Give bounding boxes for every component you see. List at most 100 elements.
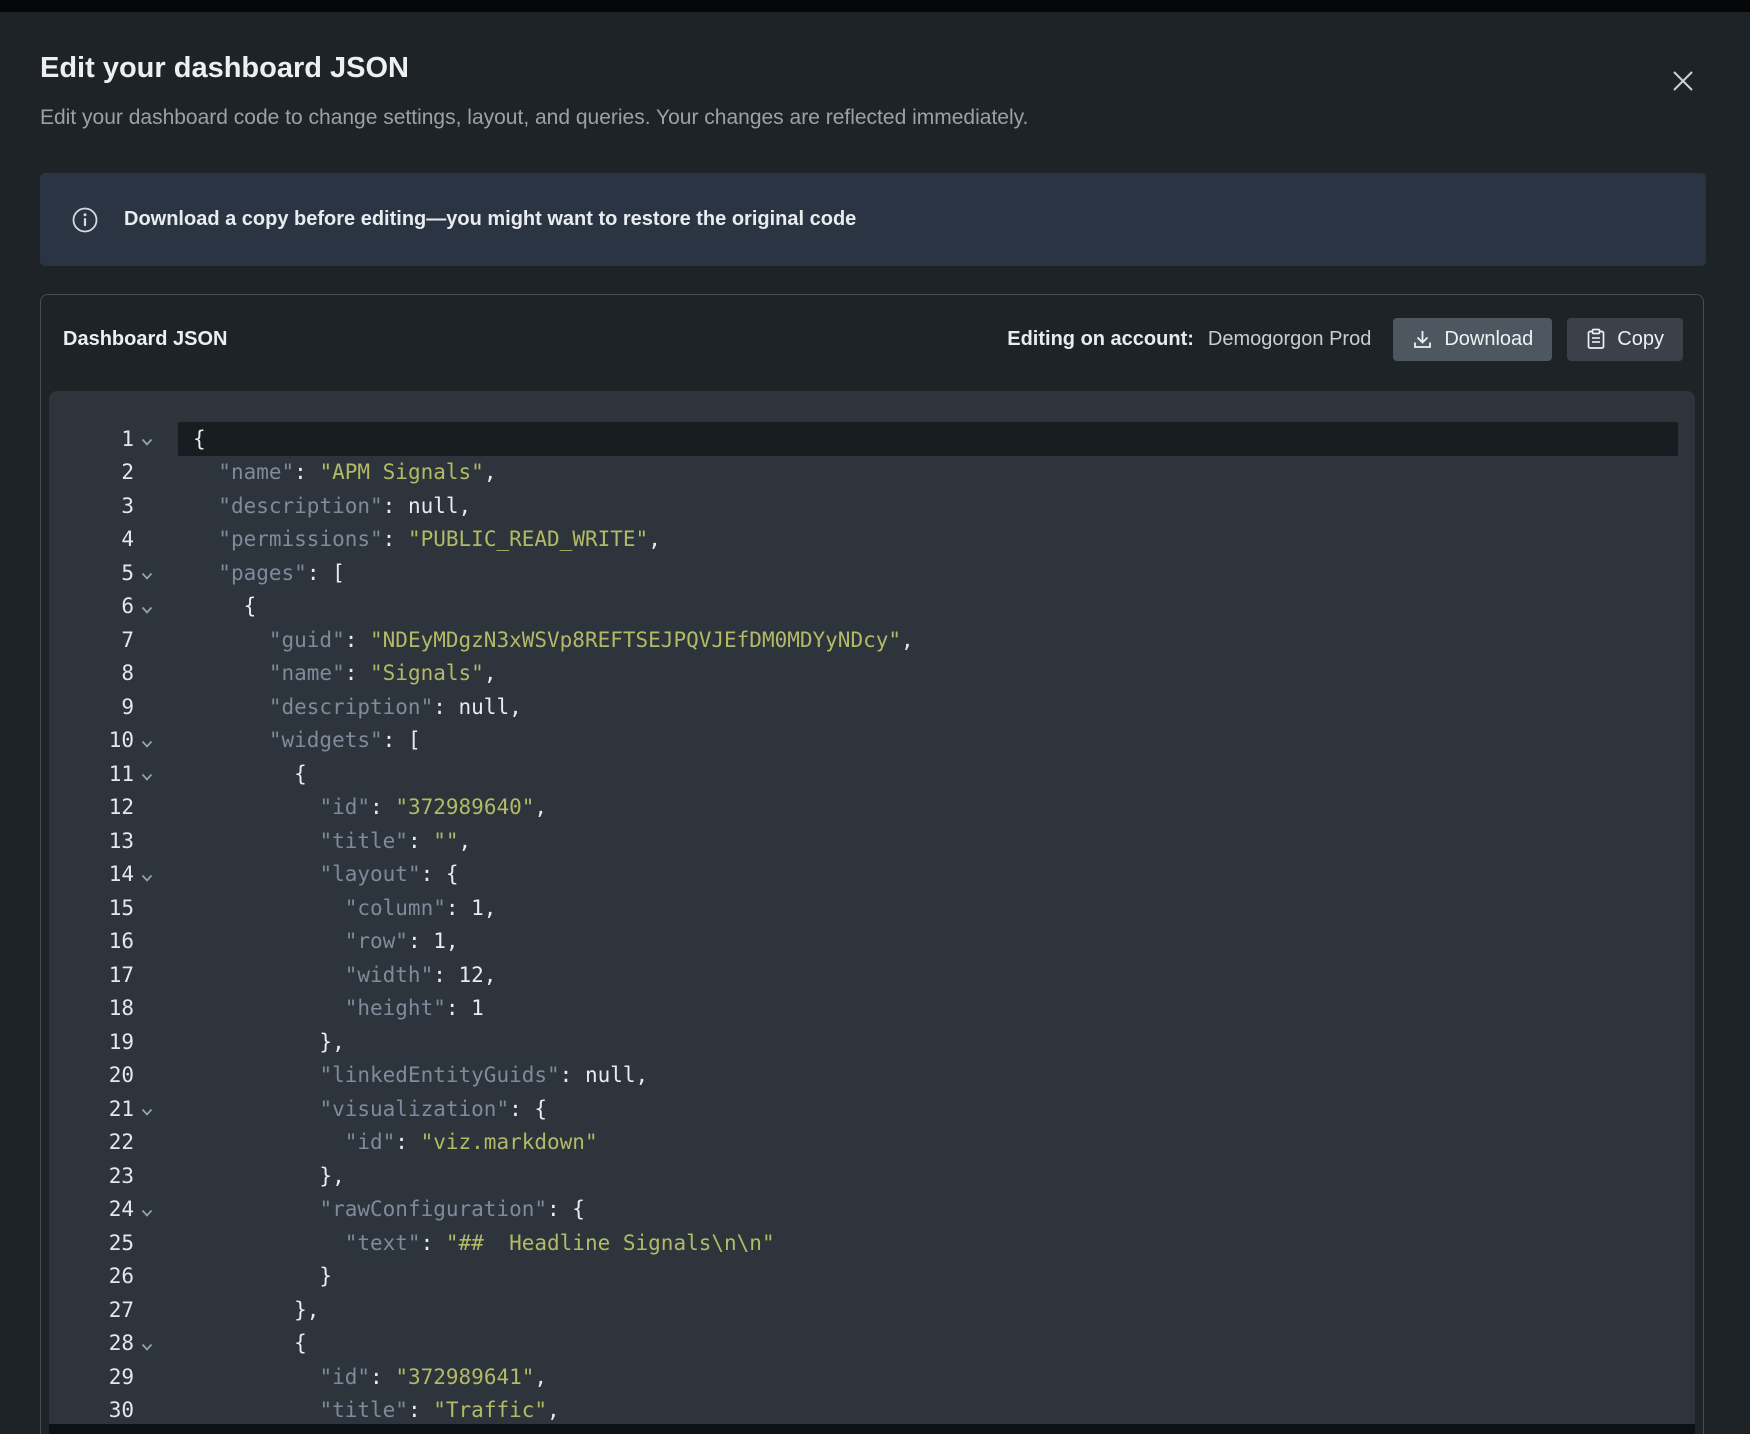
copy-button[interactable]: Copy [1567, 318, 1683, 361]
code-text: "widgets": [ [178, 724, 1678, 758]
code-line[interactable]: 3 "description": null, [49, 489, 1695, 523]
page-subtitle: Edit your dashboard code to change setti… [40, 106, 1028, 130]
code-text: "rawConfiguration": { [178, 1193, 1678, 1227]
panel-title: Dashboard JSON [63, 328, 227, 351]
code-line[interactable]: 4 "permissions": "PUBLIC_READ_WRITE", [49, 523, 1695, 557]
download-button[interactable]: Download [1393, 318, 1552, 361]
code-text: "layout": { [178, 858, 1678, 892]
code-line[interactable]: 11 { [49, 757, 1695, 791]
line-number: 20 [49, 1063, 134, 1087]
code-line[interactable]: 24 "rawConfiguration": { [49, 1193, 1695, 1227]
code-text: "text": "## Headline Signals\n\n" [178, 1226, 1678, 1260]
download-icon [1412, 329, 1433, 350]
line-number: 7 [49, 628, 134, 652]
code-line[interactable]: 26 } [49, 1260, 1695, 1294]
dashboard-json-panel: Dashboard JSON Editing on account: Demog… [40, 294, 1704, 1434]
panel-header: Dashboard JSON Editing on account: Demog… [41, 295, 1703, 391]
code-text: "description": null, [178, 690, 1678, 724]
line-number: 4 [49, 527, 134, 551]
copy-button-label: Copy [1617, 328, 1664, 351]
code-line[interactable]: 19 }, [49, 1025, 1695, 1059]
code-line[interactable]: 8 "name": "Signals", [49, 657, 1695, 691]
code-line[interactable]: 13 "title": "", [49, 824, 1695, 858]
fold-chevron-icon[interactable] [134, 1208, 160, 1218]
code-line[interactable]: 29 "id": "372989641", [49, 1360, 1695, 1394]
line-number: 30 [49, 1398, 134, 1422]
code-line[interactable]: 6 { [49, 590, 1695, 624]
info-circle-icon [72, 207, 98, 233]
code-text: { [178, 1327, 1678, 1361]
code-line[interactable]: 21 "visualization": { [49, 1092, 1695, 1126]
code-line[interactable]: 9 "description": null, [49, 690, 1695, 724]
code-text: { [178, 757, 1678, 791]
line-number: 12 [49, 795, 134, 819]
code-line[interactable]: 1{ [49, 422, 1695, 456]
code-text: "id": "viz.markdown" [178, 1126, 1678, 1160]
download-button-label: Download [1444, 328, 1533, 351]
code-line[interactable]: 28 { [49, 1327, 1695, 1361]
fold-chevron-icon[interactable] [134, 739, 160, 749]
line-number: 6 [49, 594, 134, 618]
code-line[interactable]: 2 "name": "APM Signals", [49, 456, 1695, 490]
line-number: 18 [49, 996, 134, 1020]
line-number: 16 [49, 929, 134, 953]
line-number: 28 [49, 1331, 134, 1355]
close-button[interactable] [1662, 60, 1704, 102]
code-text: "id": "372989641", [178, 1360, 1678, 1394]
code-line[interactable]: 7 "guid": "NDEyMDgzN3xWSVp8REFTSEJPQVJEf… [49, 623, 1695, 657]
code-text: "row": 1, [178, 925, 1678, 959]
code-line[interactable]: 27 }, [49, 1293, 1695, 1327]
code-text: "visualization": { [178, 1092, 1678, 1126]
line-number: 22 [49, 1130, 134, 1154]
info-banner-text: Download a copy before editing—you might… [124, 208, 856, 231]
code-text: "linkedEntityGuids": null, [178, 1059, 1678, 1093]
code-editor[interactable]: 1{2 "name": "APM Signals",3 "description… [49, 391, 1695, 1424]
edit-dashboard-json-modal: { "modal": { "title": "Edit your dashboa… [0, 0, 1750, 1434]
editor-bottom-edge [49, 1424, 1695, 1434]
line-number: 25 [49, 1231, 134, 1255]
code-line[interactable]: 18 "height": 1 [49, 992, 1695, 1026]
code-text: "title": "Traffic", [178, 1394, 1678, 1425]
code-text: "name": "Signals", [178, 657, 1678, 691]
fold-chevron-icon[interactable] [134, 1342, 160, 1352]
line-number: 24 [49, 1197, 134, 1221]
line-number: 23 [49, 1164, 134, 1188]
line-number: 27 [49, 1298, 134, 1322]
account-name: Demogorgon Prod [1208, 328, 1371, 351]
code-text: "title": "", [178, 824, 1678, 858]
line-number: 21 [49, 1097, 134, 1121]
code-text: "permissions": "PUBLIC_READ_WRITE", [178, 523, 1678, 557]
line-number: 15 [49, 896, 134, 920]
fold-chevron-icon[interactable] [134, 605, 160, 615]
code-line[interactable]: 23 }, [49, 1159, 1695, 1193]
code-line[interactable]: 16 "row": 1, [49, 925, 1695, 959]
code-line[interactable]: 15 "column": 1, [49, 891, 1695, 925]
code-line[interactable]: 10 "widgets": [ [49, 724, 1695, 758]
line-number: 8 [49, 661, 134, 685]
code-line[interactable]: 25 "text": "## Headline Signals\n\n" [49, 1226, 1695, 1260]
line-number: 1 [49, 427, 134, 451]
top-edge-bar [0, 0, 1750, 12]
code-text: "height": 1 [178, 992, 1678, 1026]
fold-chevron-icon[interactable] [134, 437, 160, 447]
fold-chevron-icon[interactable] [134, 571, 160, 581]
fold-chevron-icon[interactable] [134, 1107, 160, 1117]
code-text: { [178, 590, 1678, 624]
page-title: Edit your dashboard JSON [40, 52, 409, 85]
code-text: "guid": "NDEyMDgzN3xWSVp8REFTSEJPQVJEfDM… [178, 623, 1678, 657]
code-text: "width": 12, [178, 958, 1678, 992]
code-line[interactable]: 14 "layout": { [49, 858, 1695, 892]
code-text: "column": 1, [178, 891, 1678, 925]
code-text: "description": null, [178, 489, 1678, 523]
code-line[interactable]: 30 "title": "Traffic", [49, 1394, 1695, 1425]
code-line[interactable]: 20 "linkedEntityGuids": null, [49, 1059, 1695, 1093]
fold-chevron-icon[interactable] [134, 873, 160, 883]
fold-chevron-icon[interactable] [134, 772, 160, 782]
code-text: "id": "372989640", [178, 791, 1678, 825]
code-line[interactable]: 5 "pages": [ [49, 556, 1695, 590]
code-line[interactable]: 12 "id": "372989640", [49, 791, 1695, 825]
code-text: }, [178, 1025, 1678, 1059]
line-number: 2 [49, 460, 134, 484]
code-line[interactable]: 17 "width": 12, [49, 958, 1695, 992]
code-line[interactable]: 22 "id": "viz.markdown" [49, 1126, 1695, 1160]
